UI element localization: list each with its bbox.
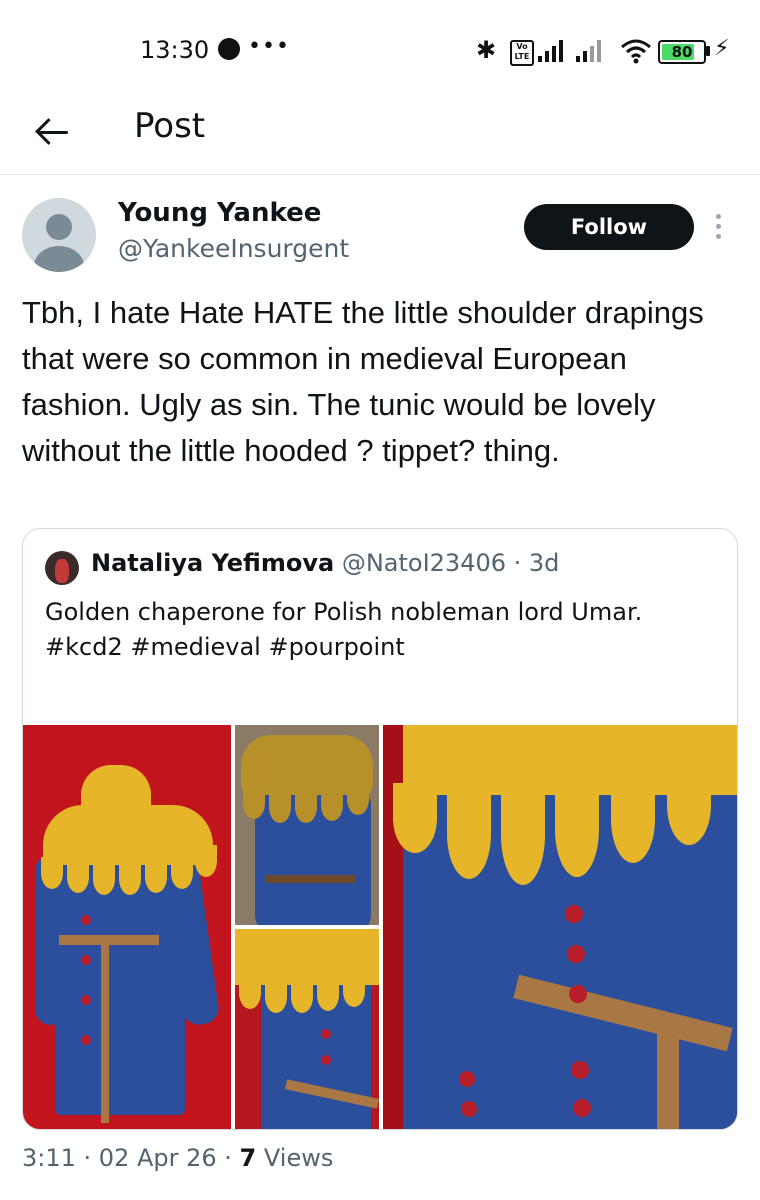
post-meta: 3:11 · 02 Apr 26 · 7 Views — [22, 1144, 334, 1172]
views-count[interactable]: 7 — [240, 1144, 257, 1172]
page-title: Post — [134, 106, 206, 146]
signal-icon — [538, 38, 574, 62]
bluetooth-icon: ✱ — [476, 36, 497, 64]
post-author: Young Yankee @YankeeInsurgent Follow — [22, 196, 742, 276]
battery-level: 80 — [671, 43, 693, 61]
signal-2-icon — [576, 38, 612, 62]
status-bar: 13:30 ••• ✱ Vo LTE 80 ⚡ — [0, 0, 760, 100]
quoted-post[interactable]: Nataliya Yefimova @NatoI23406 · 3d Golde… — [22, 528, 738, 1130]
avatar[interactable] — [22, 198, 96, 272]
quoted-age: 3d — [528, 549, 560, 577]
battery-icon: 80 — [658, 40, 706, 64]
status-time: 13:30 — [140, 36, 210, 64]
media-grid — [23, 725, 737, 1129]
wifi-icon — [621, 39, 651, 64]
quoted-text: Golden chaperone for Polish nobleman lor… — [45, 598, 643, 661]
media-photo-1[interactable] — [23, 725, 231, 1129]
top-bar: Post — [0, 100, 760, 175]
messenger-icon — [218, 38, 240, 60]
media-photo-2[interactable] — [235, 725, 379, 925]
quoted-avatar — [45, 551, 79, 585]
quoted-author-name: Nataliya Yefimova — [91, 549, 335, 577]
battery-tip — [706, 46, 710, 56]
charging-icon: ⚡ — [714, 36, 730, 61]
author-name[interactable]: Young Yankee — [118, 198, 321, 228]
follow-button[interactable]: Follow — [524, 204, 694, 250]
views-label: Views — [256, 1144, 334, 1172]
more-notifications-icon: ••• — [248, 34, 290, 59]
quoted-separator: · — [506, 549, 529, 577]
back-button[interactable] — [34, 112, 74, 152]
media-photo-3[interactable] — [235, 929, 379, 1129]
post-date: 02 Apr 26 — [98, 1144, 217, 1172]
more-options-icon[interactable] — [716, 214, 722, 244]
quoted-header: Nataliya Yefimova @NatoI23406 · 3d — [91, 549, 559, 577]
post-time: 3:11 — [22, 1144, 76, 1172]
volte-icon: Vo LTE — [510, 40, 534, 66]
post-text: Tbh, I hate Hate HATE the little shoulde… — [22, 295, 704, 468]
author-handle[interactable]: @YankeeInsurgent — [118, 234, 349, 263]
quoted-author-handle: @NatoI23406 — [341, 549, 507, 577]
media-photo-4[interactable] — [383, 725, 737, 1129]
